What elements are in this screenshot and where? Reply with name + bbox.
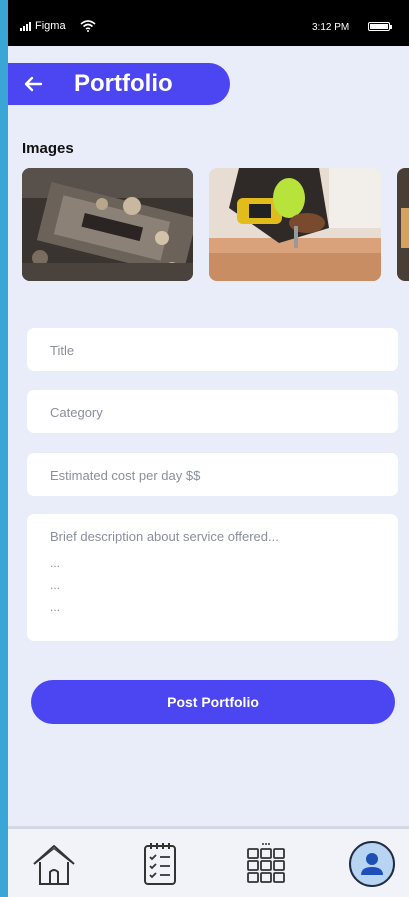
post-portfolio-button[interactable]: Post Portfolio <box>31 680 395 724</box>
title-field[interactable]: Title <box>27 328 398 371</box>
description-ellipsis-line: ... <box>50 578 61 592</box>
description-ellipsis-line: ... <box>50 556 61 570</box>
cost-placeholder: Estimated cost per day $$ <box>50 468 201 483</box>
phone-screen: Figma 3:12 PM Portfolio Images Title Cat… <box>8 0 409 897</box>
nav-apps-button[interactable] <box>242 840 290 888</box>
status-bar: Figma 3:12 PM <box>8 0 409 46</box>
status-time: 3:12 PM <box>312 22 350 33</box>
nav-home-button[interactable] <box>30 840 78 888</box>
signal-icon <box>20 21 31 31</box>
category-placeholder: Category <box>50 405 103 420</box>
grid-icon <box>247 843 285 883</box>
description-ellipsis-line: ... <box>50 600 61 614</box>
images-section-label: Images <box>22 140 74 157</box>
portfolio-image-drilling[interactable] <box>209 168 381 281</box>
description-textarea[interactable]: Brief description about service offered.… <box>27 514 398 641</box>
home-icon <box>33 845 75 885</box>
page-title: Portfolio <box>74 70 173 97</box>
portfolio-image-partial[interactable] <box>397 168 409 281</box>
header-bar: Portfolio <box>8 63 230 105</box>
checklist-icon <box>144 843 176 885</box>
nav-profile-button[interactable] <box>348 840 396 888</box>
bottom-navigation <box>8 826 409 897</box>
back-arrow-icon[interactable] <box>22 73 44 95</box>
portfolio-image-woodwork[interactable] <box>22 168 193 281</box>
title-placeholder: Title <box>50 343 75 358</box>
nav-tasks-button[interactable] <box>136 840 184 888</box>
description-placeholder: Brief description about service offered.… <box>50 529 279 544</box>
cost-per-day-field[interactable]: Estimated cost per day $$ <box>27 453 398 496</box>
profile-icon <box>349 841 395 887</box>
category-field[interactable]: Category <box>27 390 398 433</box>
carrier-name: Figma <box>35 20 66 32</box>
battery-icon <box>368 22 392 31</box>
wifi-icon <box>80 20 96 32</box>
